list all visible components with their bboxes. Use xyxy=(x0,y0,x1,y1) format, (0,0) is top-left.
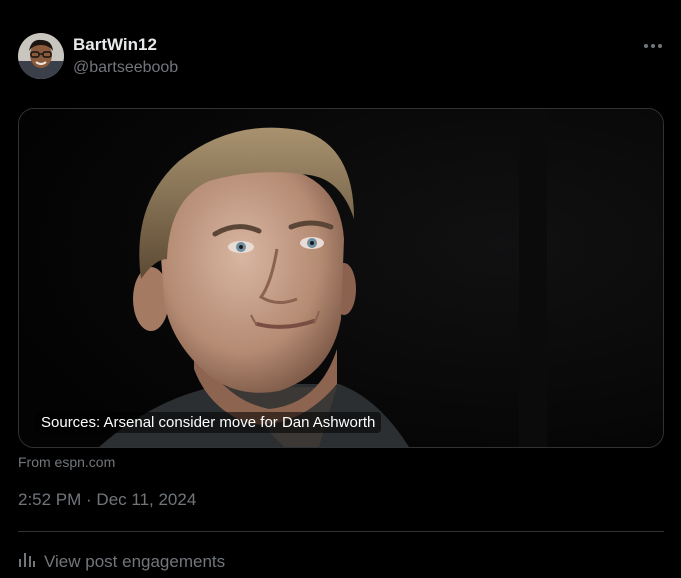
card-title: Sources: Arsenal consider move for Dan A… xyxy=(35,412,382,433)
card-source-link[interactable]: From espn.com xyxy=(18,454,115,470)
more-horizontal-icon xyxy=(643,36,663,54)
view-engagements-button[interactable]: View post engagements xyxy=(18,551,225,572)
author-display-name[interactable]: BartWin12 xyxy=(73,35,157,55)
card-image xyxy=(19,109,663,447)
divider xyxy=(18,531,664,532)
avatar[interactable] xyxy=(18,33,64,79)
link-preview-card[interactable]: Sources: Arsenal consider move for Dan A… xyxy=(18,108,664,448)
author-handle[interactable]: @bartseeboob xyxy=(73,58,178,78)
view-engagements-label: View post engagements xyxy=(44,551,226,571)
analytics-bars-icon xyxy=(18,551,36,572)
more-options-button[interactable] xyxy=(638,34,668,56)
post-detail: BartWin12 @bartseeboob Sources: Arsenal … xyxy=(0,0,681,578)
post-timestamp[interactable]: 2:52 PM · Dec 11, 2024 xyxy=(18,490,196,510)
